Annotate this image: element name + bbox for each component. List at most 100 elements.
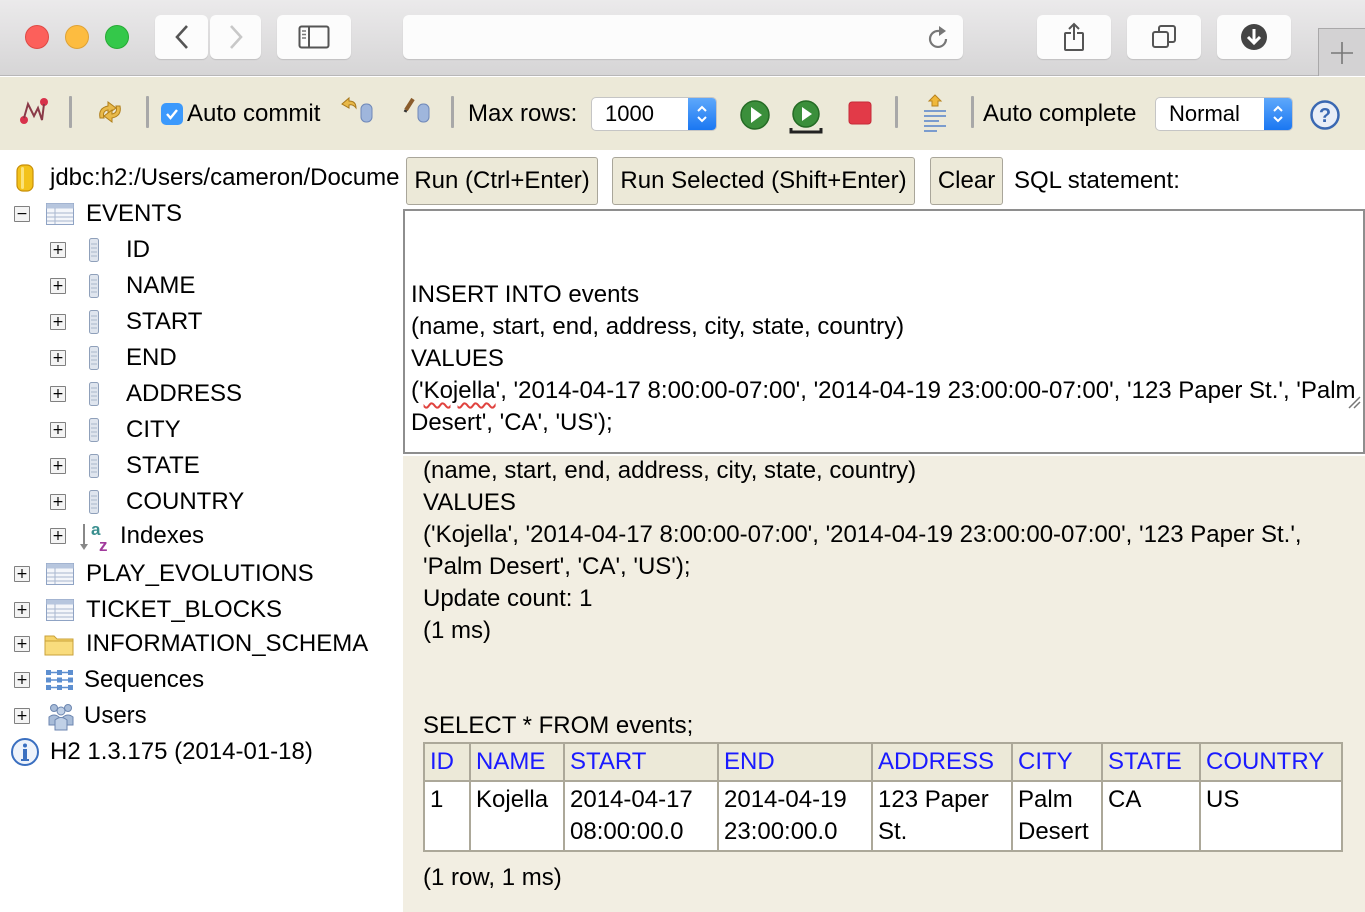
info-icon [10,737,40,767]
run-selected-button[interactable]: Run Selected (Shift+Enter) [612,157,915,205]
expand-toggle[interactable]: + [50,458,66,474]
column-header-id[interactable]: ID [423,742,471,782]
sequence-icon [44,669,76,691]
column-icon [88,274,100,298]
forward-button[interactable] [210,15,261,59]
insert-echo-line: VALUES [423,489,516,516]
users-label: Users [84,702,147,729]
close-window-button[interactable] [25,25,49,49]
sql-line [411,439,1357,452]
collapse-toggle[interactable]: − [14,206,30,222]
indexes-label: Indexes [120,522,205,549]
max-rows-select[interactable]: 1000 [591,97,717,131]
tree-column-end[interactable]: + END [50,341,177,375]
expand-toggle[interactable]: + [14,602,30,618]
expand-toggle[interactable]: + [14,566,30,582]
expand-toggle[interactable]: + [50,278,66,294]
back-button[interactable] [155,15,208,59]
tree-column-id[interactable]: + ID [50,233,150,267]
toolbar-separator [971,96,974,128]
sql-line: (name, start, end, address, city, state,… [411,313,905,340]
table-name: EVENTS [86,200,183,227]
expand-toggle[interactable]: + [50,422,66,438]
tree-sequences[interactable]: + Sequences [14,663,204,697]
clear-button[interactable]: Clear [930,157,1003,205]
toolbar-separator [69,96,72,128]
column-header-name[interactable]: NAME [469,742,565,782]
tree-column-country[interactable]: + COUNTRY [50,485,244,519]
share-button[interactable] [1037,15,1111,59]
sql-editor[interactable]: INSERT INTO events (name, start, end, add… [403,209,1365,454]
expand-toggle[interactable]: + [50,350,66,366]
tree-table-ticket-blocks[interactable]: + TICKET_BLOCKS [14,593,282,627]
minimize-window-button[interactable] [65,25,89,49]
execute-selected-button[interactable] [788,99,824,135]
tree-column-state[interactable]: + STATE [50,449,200,483]
column-header-address[interactable]: ADDRESS [871,742,1013,782]
help-button[interactable]: ? [1309,99,1341,131]
resize-grip-icon[interactable] [1320,354,1361,450]
browser-titlebar [0,0,1365,76]
auto-commit-toggle[interactable]: Auto commit [161,100,320,128]
auto-complete-select[interactable]: Normal [1155,97,1293,131]
table-cell: Kojella [469,780,565,852]
history-button[interactable] [921,93,949,133]
database-icon [14,164,36,192]
tree-column-city[interactable]: + CITY [50,413,181,447]
column-header-start[interactable]: START [563,742,719,782]
column-icon [88,454,100,478]
address-bar[interactable] [403,15,963,59]
select-statement: SELECT * FROM events; [423,712,694,739]
select-arrows-icon [1264,98,1292,130]
column-header-state[interactable]: STATE [1101,742,1201,782]
rollback-button[interactable] [340,96,374,126]
stop-button[interactable] [848,101,872,125]
tree-connection[interactable]: jdbc:h2:/Users/cameron/Docume [14,161,399,195]
toolbar-separator [146,96,149,128]
auto-commit-checkbox[interactable] [161,103,183,125]
version-info: H2 1.3.175 (2014-01-18) [10,735,313,769]
select-arrows-icon [688,98,716,130]
column-header-end[interactable]: END [717,742,873,782]
expand-toggle[interactable]: + [50,386,66,402]
execute-button[interactable] [739,99,771,131]
expand-toggle[interactable]: + [50,494,66,510]
zoom-window-button[interactable] [105,25,129,49]
expand-toggle[interactable]: + [14,708,30,724]
tree-column-name[interactable]: + NAME [50,269,195,303]
expand-toggle[interactable]: + [50,242,66,258]
commit-button[interactable] [400,96,434,126]
folder-icon [44,632,74,656]
sql-line: Desert', 'CA', 'US'); [411,409,613,436]
expand-toggle[interactable]: + [50,528,66,544]
column-header-city[interactable]: CITY [1011,742,1103,782]
tree-users[interactable]: + Users [14,699,147,733]
new-tab-button[interactable] [1318,28,1365,76]
checkmark-icon [166,109,178,120]
table-name: PLAY_EVOLUTIONS [86,560,314,587]
column-icon [88,238,100,262]
tree-information-schema[interactable]: + INFORMATION_SCHEMA [14,627,368,661]
tree-table-events[interactable]: − EVENTS [14,197,182,231]
tabs-overview-button[interactable] [1127,15,1201,59]
expand-toggle[interactable]: + [14,636,30,652]
tree-column-address[interactable]: + ADDRESS [50,377,242,411]
tree-table-play-evolutions[interactable]: + PLAY_EVOLUTIONS [14,557,314,591]
tree-indexes[interactable]: + az Indexes [50,519,204,553]
expand-toggle[interactable]: + [14,672,30,688]
auto-complete-label: Auto complete [983,100,1137,127]
column-header-country[interactable]: COUNTRY [1199,742,1343,782]
refresh-button[interactable] [94,96,126,128]
tree-column-start[interactable]: + START [50,305,202,339]
sidebar-button[interactable] [277,15,351,59]
expand-toggle[interactable]: + [50,314,66,330]
disconnect-button[interactable] [18,96,50,126]
table-icon [46,203,74,225]
play-selected-icon [789,100,823,134]
run-button[interactable]: Run (Ctrl+Enter) [406,157,598,205]
sql-line: ('Kojella', '2014-04-17 8:00:00-07:00', … [411,377,1356,404]
downloads-button[interactable] [1217,15,1291,59]
column-icon [88,346,100,370]
sql-editor-text[interactable]: INSERT INTO events (name, start, end, add… [411,279,1357,452]
reload-button[interactable] [927,25,951,56]
